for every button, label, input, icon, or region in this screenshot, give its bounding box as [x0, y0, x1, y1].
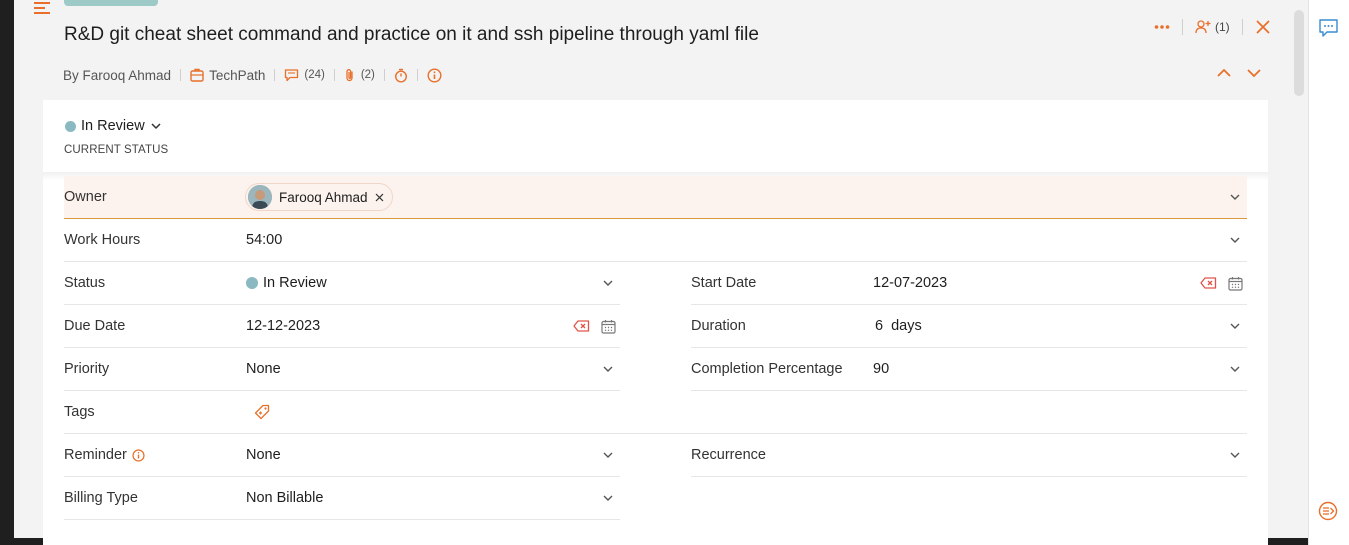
due-date-field[interactable]: Due Date 12-12-2023 [64, 305, 620, 348]
chevron-down-icon[interactable] [1246, 67, 1262, 79]
chevron-down-icon[interactable] [1229, 364, 1241, 374]
tags-field[interactable]: Tags [64, 391, 1247, 434]
panel-scrollbar[interactable] [1294, 10, 1304, 96]
attachment-icon [346, 69, 353, 82]
priority-field[interactable]: Priority None [64, 348, 620, 391]
current-status-caption: CURRENT STATUS [64, 144, 169, 156]
info-icon[interactable] [132, 448, 145, 462]
activity-icon[interactable] [1318, 501, 1338, 521]
task-meta-bar: By Farooq Ahmad TechPath (24) (2) [63, 66, 442, 84]
status-dot [246, 277, 258, 289]
more-icon[interactable] [1154, 24, 1170, 30]
work-hours-label: Work Hours [64, 232, 141, 248]
comments-count: (24) [304, 69, 325, 81]
follower-icon [1195, 20, 1211, 34]
avatar [248, 185, 272, 209]
chevron-down-icon[interactable] [1229, 235, 1241, 245]
reminder-value: None [246, 447, 281, 463]
clear-icon[interactable] [1200, 277, 1217, 289]
info-icon[interactable] [427, 67, 442, 83]
header-actions: (1) [1154, 16, 1271, 38]
attachments-button[interactable]: (2) [344, 68, 375, 82]
chevron-down-icon[interactable] [602, 364, 614, 374]
start-date-field[interactable]: Start Date 12-07-2023 [691, 262, 1247, 305]
chevron-down-icon[interactable] [602, 493, 614, 503]
chevron-down-icon[interactable] [1229, 192, 1241, 202]
duration-label: Duration [691, 318, 746, 334]
close-icon[interactable] [1255, 19, 1271, 35]
start-date-label: Start Date [691, 275, 757, 291]
due-date-label: Due Date [64, 318, 126, 334]
chevron-down-icon[interactable] [1229, 450, 1241, 460]
chevron-down-icon[interactable] [602, 450, 614, 460]
billing-type-field[interactable]: Billing Type Non Billable [64, 477, 620, 520]
right-rail [1308, 0, 1349, 545]
work-hours-field[interactable]: Work Hours 54:00 [64, 219, 1247, 262]
status-color-tab [64, 0, 158, 6]
owner-chip[interactable]: Farooq Ahmad [245, 183, 393, 211]
project-icon [190, 68, 204, 82]
due-date-value: 12-12-2023 [246, 318, 321, 334]
current-status-value: In Review [81, 118, 145, 134]
chat-icon[interactable] [1318, 18, 1339, 38]
priority-value: None [246, 361, 281, 377]
calendar-icon[interactable] [601, 319, 616, 334]
tag-icon[interactable] [254, 404, 270, 420]
duration-field[interactable]: Duration 6 days [691, 305, 1247, 348]
billing-type-label: Billing Type [64, 490, 138, 506]
reminder-field[interactable]: Reminder None [64, 434, 620, 477]
menu-icon[interactable] [33, 1, 51, 15]
status-field[interactable]: Status In Review [64, 262, 620, 305]
billing-type-value: Non Billable [246, 490, 324, 506]
priority-label: Priority [64, 361, 110, 377]
chevron-up-icon[interactable] [1216, 67, 1232, 79]
project-name: TechPath [209, 67, 266, 83]
status-dot [65, 120, 76, 132]
task-details-card: In Review CURRENT STATUS Owner Farooq Ah… [43, 100, 1268, 545]
duration-value: 6 days [875, 318, 922, 334]
recurrence-field[interactable]: Recurrence [691, 434, 1247, 477]
owner-label: Owner [64, 189, 107, 205]
timer-icon[interactable] [394, 68, 408, 83]
owner-name: Farooq Ahmad [279, 189, 368, 205]
chevron-down-icon[interactable] [1229, 321, 1241, 331]
current-status-dropdown[interactable]: In Review [65, 118, 162, 134]
comments-button[interactable]: (24) [284, 68, 325, 82]
status-label: Status [64, 275, 106, 291]
start-date-value: 12-07-2023 [873, 275, 948, 291]
calendar-icon[interactable] [1228, 276, 1243, 291]
recurrence-label: Recurrence [691, 447, 766, 463]
reminder-label: Reminder [64, 447, 127, 463]
followers-button[interactable]: (1) [1195, 19, 1230, 35]
clear-icon[interactable] [573, 320, 590, 332]
completion-percentage-label: Completion Percentage [691, 361, 843, 377]
chevron-down-icon[interactable] [602, 278, 614, 288]
chevron-down-icon [151, 123, 161, 130]
comment-icon [285, 69, 299, 82]
status-value: In Review [263, 275, 327, 291]
author-label: By Farooq Ahmad [63, 67, 172, 83]
completion-percentage-value: 90 [873, 361, 890, 377]
task-navigation [1216, 67, 1262, 79]
task-title[interactable]: R&D git cheat sheet command and practice… [64, 24, 759, 46]
completion-percentage-field[interactable]: Completion Percentage 90 [691, 348, 1247, 391]
project-link[interactable]: TechPath [190, 68, 265, 83]
owner-field[interactable]: Owner Farooq Ahmad [64, 176, 1247, 219]
attachments-count: (2) [360, 69, 375, 81]
followers-count: (1) [1215, 20, 1230, 34]
task-detail-panel: R&D git cheat sheet command and practice… [14, 0, 1308, 545]
remove-owner-icon[interactable] [375, 193, 384, 202]
work-hours-value: 54:00 [246, 232, 283, 248]
tags-label: Tags [64, 404, 95, 420]
